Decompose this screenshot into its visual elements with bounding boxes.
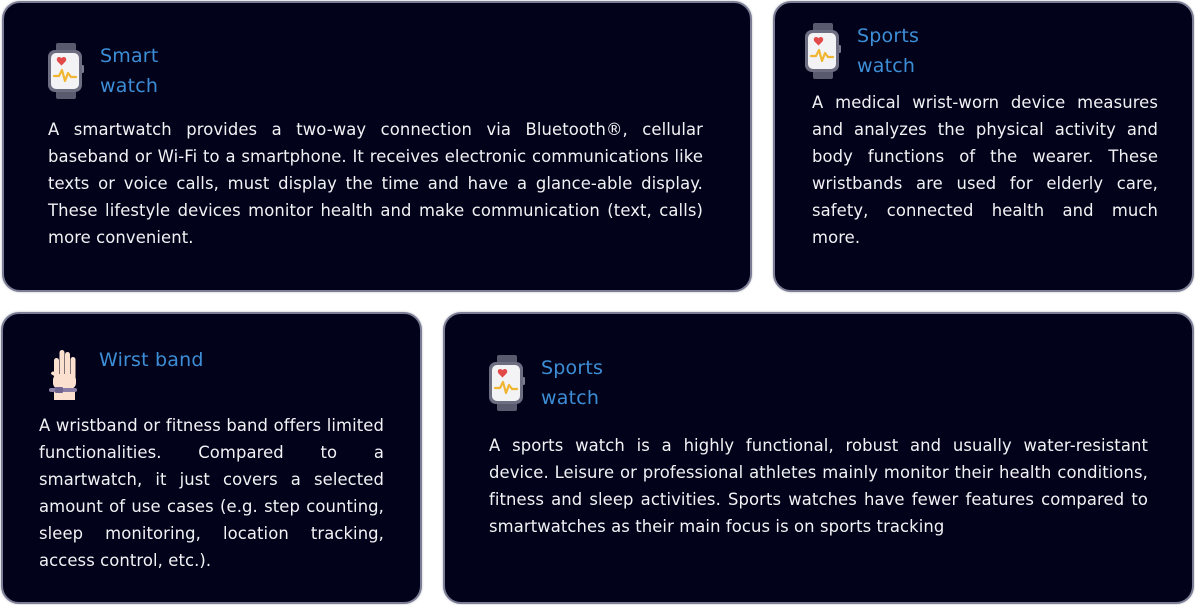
card-header: Sports watch bbox=[803, 21, 967, 81]
card-description: A wristband or fitness band offers limit… bbox=[39, 416, 384, 570]
card-title: Sports watch bbox=[541, 357, 604, 409]
card-header: Smart watch bbox=[46, 41, 210, 101]
smartwatch-icon bbox=[487, 355, 527, 411]
wristband-hand-icon bbox=[45, 347, 85, 403]
card-title: Smart watch bbox=[100, 45, 159, 97]
sports-watch-card: Sports watch A medical wrist-worn device… bbox=[773, 1, 1194, 292]
card-header: Wirst band bbox=[45, 345, 209, 403]
wristband-card: Wirst band A wristband or fitness band o… bbox=[1, 312, 422, 604]
card-title: Sports watch bbox=[857, 25, 920, 77]
card-title: Wirst band bbox=[99, 349, 204, 371]
smartwatch-icon bbox=[46, 43, 86, 99]
card-description: A smartwatch provides a two-way connecti… bbox=[48, 120, 703, 247]
smartwatch-icon bbox=[803, 23, 843, 79]
card-header: Sports watch bbox=[487, 353, 651, 413]
card-description: A medical wrist-worn device measures and… bbox=[812, 93, 1158, 247]
card-description: A sports watch is a highly functional, r… bbox=[489, 436, 1148, 536]
sports-watch-card: Sports watch A sports watch is a highly … bbox=[443, 312, 1194, 604]
smart-watch-card: Smart watch A smartwatch provides a two-… bbox=[2, 1, 752, 292]
